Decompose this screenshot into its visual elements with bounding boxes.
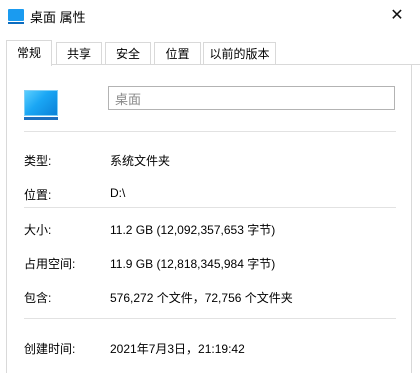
desktop-folder-icon [24, 90, 58, 120]
size-on-disk-label: 占用空间: [24, 257, 76, 271]
size-value: 11.2 GB (12,092,357,653 字节) [110, 223, 276, 237]
size-on-disk-value: 11.9 GB (12,818,345,984 字节) [110, 257, 276, 271]
size-label: 大小: [24, 223, 52, 237]
window-title: 桌面 属性 [30, 10, 86, 25]
location-value: D:\ [110, 186, 126, 200]
general-panel [6, 64, 412, 373]
created-value: 2021年7月3日，21:19:42 [110, 342, 245, 356]
tab-security[interactable]: 安全 [105, 42, 151, 64]
tab-previous-versions[interactable]: 以前的版本 [203, 42, 276, 64]
folder-icon [8, 9, 24, 24]
type-value: 系统文件夹 [110, 154, 171, 168]
created-label: 创建时间: [24, 342, 76, 356]
type-label: 类型: [24, 154, 52, 168]
contains-label: 包含: [24, 291, 52, 305]
tab-sharing[interactable]: 共享 [56, 42, 102, 64]
tab-bar: 常规 共享 安全 位置 以前的版本 [6, 40, 414, 66]
tab-general[interactable]: 常规 [6, 40, 52, 66]
folder-name-field[interactable] [108, 86, 395, 110]
location-label: 位置: [24, 188, 52, 202]
divider [24, 318, 396, 319]
divider [24, 131, 396, 132]
title-bar: 桌面 属性 ✕ [0, 0, 420, 31]
tab-location[interactable]: 位置 [154, 42, 201, 64]
close-button[interactable]: ✕ [374, 0, 420, 31]
contains-value: 576,272 个文件，72,756 个文件夹 [110, 291, 293, 305]
divider [24, 207, 396, 208]
